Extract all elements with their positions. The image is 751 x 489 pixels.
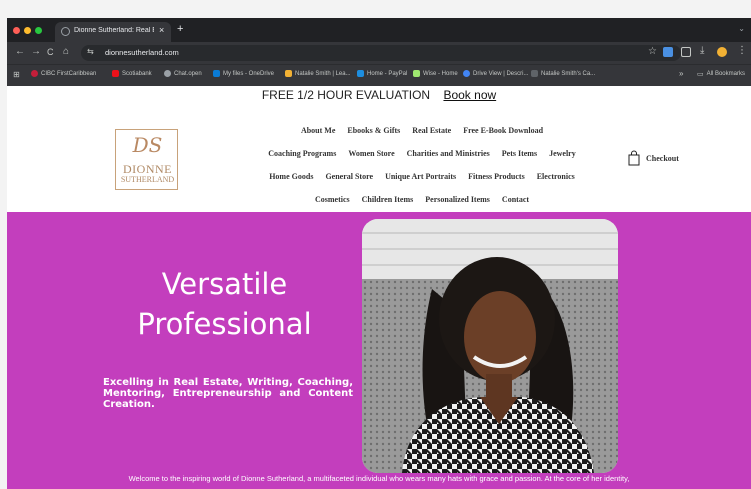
bookmark-item[interactable]: Wise - Home <box>413 70 458 77</box>
bookmark-item[interactable]: CIBC FirstCaribbean <box>31 70 96 77</box>
nav-row: Cosmetics Children Items Personalized It… <box>222 188 622 211</box>
profile-photo <box>362 219 618 473</box>
url-text[interactable]: dionnesutherland.com <box>105 48 179 57</box>
bookmark-label: My files - OneDrive <box>223 70 275 77</box>
nav-pets-items[interactable]: Pets Items <box>502 149 537 158</box>
bookmark-favicon <box>164 70 171 77</box>
new-tab-button[interactable]: + <box>177 23 183 35</box>
bookmark-label: Drive View | Descri... <box>473 70 529 77</box>
bookmark-label: Natalie Smith | Lea... <box>295 70 351 77</box>
main-navigation: About Me Ebooks & Gifts Real Estate Free… <box>222 119 622 211</box>
reload-button[interactable]: C <box>47 47 54 57</box>
tab-strip: Dionne Sutherland: Real Esta × + ⌄ <box>7 18 751 42</box>
globe-icon <box>61 27 70 36</box>
bookmark-favicon <box>31 70 38 77</box>
bookmark-label: Chat.open <box>174 70 202 77</box>
bookmark-favicon <box>285 70 292 77</box>
all-bookmarks-label: All Bookmarks <box>706 71 745 77</box>
extension-icon[interactable] <box>663 47 673 57</box>
book-now-link[interactable]: Book now <box>443 88 496 102</box>
site-info-icon[interactable]: ⇆ <box>87 47 94 56</box>
nav-cosmetics[interactable]: Cosmetics <box>315 195 350 204</box>
web-page: FREE 1/2 HOUR EVALUATION Book now DS DIO… <box>7 86 751 489</box>
hero-section: Versatile Professional Excelling in Real… <box>7 212 751 489</box>
bookmark-favicon <box>357 70 364 77</box>
nav-row: Home Goods General Store Unique Art Port… <box>222 165 622 188</box>
download-icon[interactable]: ⤓ <box>700 45 704 56</box>
bookmark-favicon <box>413 70 420 77</box>
profile-avatar[interactable] <box>717 47 727 57</box>
apps-grid-icon[interactable]: ⊞ <box>13 70 20 79</box>
nav-free-ebook-download[interactable]: Free E-Book Download <box>463 126 543 135</box>
nav-row: About Me Ebooks & Gifts Real Estate Free… <box>222 119 622 142</box>
site-logo[interactable]: DS DIONNE SUTHERLAND <box>115 129 178 190</box>
bookmark-item[interactable]: Scotiabank <box>112 70 152 77</box>
nav-women-store[interactable]: Women Store <box>348 149 394 158</box>
bookmark-label: Home - PayPal <box>367 70 408 77</box>
tab-title: Dionne Sutherland: Real Esta <box>74 27 154 34</box>
portrait-illustration <box>362 219 618 473</box>
nav-electronics[interactable]: Electronics <box>537 172 575 181</box>
tab-active[interactable]: Dionne Sutherland: Real Esta × <box>55 22 171 42</box>
logo-monogram: DS <box>132 133 163 157</box>
browser-toolbar: ← → C ⌂ ⇆ dionnesutherland.com ☆ ⤓ ⋮ <box>7 42 751 64</box>
nav-about-me[interactable]: About Me <box>301 126 335 135</box>
checkout-button[interactable]: Checkout <box>627 150 679 166</box>
logo-name-line2: SUTHERLAND <box>120 175 175 184</box>
nav-jewelry[interactable]: Jewelry <box>549 149 576 158</box>
address-bar[interactable]: ⇆ dionnesutherland.com ☆ <box>81 45 681 61</box>
bookmarks-overflow-icon[interactable]: » <box>679 69 683 78</box>
nav-contact[interactable]: Contact <box>502 195 529 204</box>
bookmark-item[interactable]: Home - PayPal <box>357 70 407 77</box>
more-menu-icon[interactable]: ⋮ <box>737 45 747 56</box>
bookmark-label: Natalie Smith's Ca... <box>541 70 596 77</box>
nav-row: Coaching Programs Women Store Charities … <box>222 142 622 165</box>
bookmark-favicon <box>112 70 119 77</box>
nav-general-store[interactable]: General Store <box>325 172 373 181</box>
bookmark-label: Scotiabank <box>122 70 152 77</box>
bookmark-favicon <box>531 70 538 77</box>
bookmark-favicon <box>463 70 470 77</box>
extensions-puzzle-icon[interactable] <box>681 47 691 57</box>
nav-unique-art-portraits[interactable]: Unique Art Portraits <box>385 172 456 181</box>
promo-text: FREE 1/2 HOUR EVALUATION <box>261 88 431 102</box>
folder-icon: ▭ <box>697 71 704 78</box>
bookmark-item[interactable]: Natalie Smith | Lea... <box>285 70 351 77</box>
welcome-paragraph: Welcome to the inspiring world of Dionne… <box>128 474 630 483</box>
nav-charities-ministries[interactable]: Charities and Ministries <box>407 149 490 158</box>
nav-personalized-items[interactable]: Personalized Items <box>425 195 490 204</box>
hero-title: Versatile Professional <box>137 267 312 341</box>
nav-real-estate[interactable]: Real Estate <box>412 126 451 135</box>
nav-coaching-programs[interactable]: Coaching Programs <box>268 149 336 158</box>
hero-subtitle: Excelling in Real Estate, Writing, Coach… <box>103 377 353 410</box>
back-button[interactable]: ← <box>15 46 25 57</box>
nav-children-items[interactable]: Children Items <box>362 195 414 204</box>
nav-ebooks-gifts[interactable]: Ebooks & Gifts <box>347 126 400 135</box>
bookmark-label: CIBC FirstCaribbean <box>41 70 97 77</box>
tab-close-icon[interactable]: × <box>159 25 164 35</box>
checkout-label: Checkout <box>646 153 679 163</box>
maximize-window-icon[interactable] <box>35 27 42 34</box>
bookmark-item[interactable]: Natalie Smith's Ca... <box>531 70 595 77</box>
close-window-icon[interactable] <box>13 27 20 34</box>
bookmark-item[interactable]: Chat.open <box>164 70 202 77</box>
browser-chrome: Dionne Sutherland: Real Esta × + ⌄ ← → C… <box>7 18 751 86</box>
home-button[interactable]: ⌂ <box>63 46 69 57</box>
tab-search-icon[interactable]: ⌄ <box>738 24 745 33</box>
bookmarks-bar: ⊞ CIBC FirstCaribbean Scotiabank Chat.op… <box>7 64 751 86</box>
shopping-bag-icon <box>628 150 640 166</box>
all-bookmarks-button[interactable]: ▭ All Bookmarks <box>697 70 745 78</box>
bookmark-label: Wise - Home <box>423 70 458 77</box>
minimize-window-icon[interactable] <box>24 27 31 34</box>
nav-home-goods[interactable]: Home Goods <box>269 172 313 181</box>
promo-banner: FREE 1/2 HOUR EVALUATION Book now <box>7 86 751 106</box>
bookmark-favicon <box>213 70 220 77</box>
bookmark-item[interactable]: Drive View | Descri... <box>463 70 528 77</box>
bookmark-item[interactable]: My files - OneDrive <box>213 70 274 77</box>
bookmark-star-icon[interactable]: ☆ <box>648 46 657 57</box>
browser-window: Dionne Sutherland: Real Esta × + ⌄ ← → C… <box>0 0 751 489</box>
nav-fitness-products[interactable]: Fitness Products <box>468 172 525 181</box>
forward-button[interactable]: → <box>31 46 41 57</box>
